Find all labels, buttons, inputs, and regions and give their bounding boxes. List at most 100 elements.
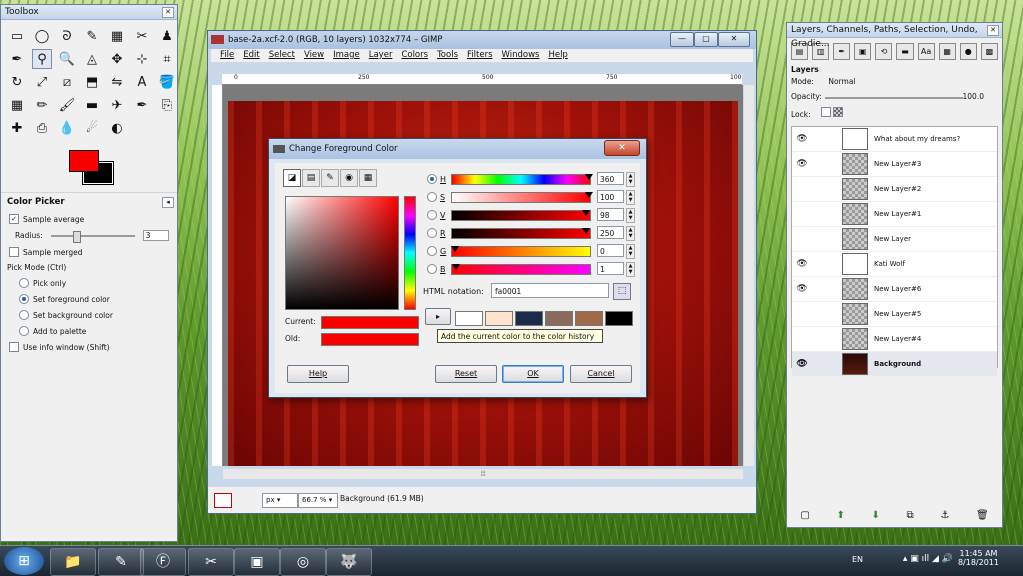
start-button[interactable]: ⊞ bbox=[4, 547, 44, 575]
scissors-icon[interactable]: ✂ bbox=[132, 26, 152, 46]
eraser-icon[interactable]: ▬ bbox=[82, 95, 102, 115]
radio-selected-icon[interactable] bbox=[19, 294, 29, 304]
spin-arrows-icon[interactable]: ▲ ▼ bbox=[626, 208, 635, 223]
heal-icon[interactable]: ✚ bbox=[7, 118, 27, 138]
eye-icon[interactable]: 👁 bbox=[792, 159, 812, 169]
zoom-select[interactable]: 66.7 % ▾ bbox=[298, 493, 338, 508]
opacity-slider[interactable] bbox=[825, 97, 963, 99]
channel-s-radio[interactable]: S bbox=[427, 190, 454, 204]
gradient-tab-icon[interactable]: ▬ bbox=[896, 43, 914, 60]
history-swatch[interactable] bbox=[605, 311, 633, 326]
move-icon[interactable]: ✥ bbox=[107, 49, 127, 69]
undo-tab-icon[interactable]: ⟲ bbox=[875, 43, 893, 60]
blur-icon[interactable]: 💧 bbox=[57, 118, 77, 138]
menu-select[interactable]: Select bbox=[269, 49, 295, 62]
watercolor-selector-icon[interactable]: ✎ bbox=[321, 169, 339, 187]
color-picker-icon[interactable]: ⚲ bbox=[32, 49, 52, 69]
new-layer-icon[interactable]: ▢ bbox=[800, 510, 809, 521]
radio-icon[interactable] bbox=[19, 278, 29, 288]
slider-marker-icon[interactable] bbox=[585, 174, 593, 180]
channel-r-slider[interactable] bbox=[451, 228, 591, 239]
layer-row[interactable]: 👁 New Layer#6 bbox=[792, 277, 997, 302]
menu-edit[interactable]: Edit bbox=[243, 49, 259, 62]
menu-layer[interactable]: Layer bbox=[369, 49, 393, 62]
radius-slider[interactable] bbox=[50, 230, 135, 243]
patterns-tab-icon[interactable]: ▦ bbox=[938, 43, 956, 60]
spin-arrows-icon[interactable]: ▲ ▼ bbox=[626, 190, 635, 205]
history-swatch[interactable] bbox=[575, 311, 603, 326]
explorer-taskbar-icon[interactable]: 📁 bbox=[50, 548, 96, 576]
lock-alpha-icon[interactable] bbox=[833, 107, 844, 117]
perspective-clone-icon[interactable]: ⎙ bbox=[32, 118, 52, 138]
layer-row[interactable]: New Layer#4 bbox=[792, 327, 997, 352]
tool-taskbar-icon[interactable]: ✂ bbox=[188, 548, 234, 576]
blend-icon[interactable]: ▦ bbox=[7, 95, 27, 115]
duplicate-layer-icon[interactable]: ⧉ bbox=[907, 510, 914, 521]
wheel-selector-icon[interactable]: ◉ bbox=[340, 169, 358, 187]
channel-g-input[interactable]: 0 bbox=[597, 244, 624, 257]
crop-icon[interactable]: ⌗ bbox=[157, 49, 177, 69]
ink-icon[interactable]: ✒ bbox=[132, 95, 152, 115]
dialog-close-button[interactable]: ✕ bbox=[604, 140, 640, 156]
cancel-button[interactable]: Cancel bbox=[570, 365, 632, 383]
channel-b-radio[interactable]: B bbox=[427, 262, 454, 276]
chrome-taskbar-icon[interactable]: ◎ bbox=[280, 548, 326, 576]
lower-layer-icon[interactable]: ⬇ bbox=[871, 510, 879, 521]
options-menu-icon[interactable]: ◂ bbox=[162, 197, 174, 208]
brushes-tab-icon[interactable]: ● bbox=[959, 43, 977, 60]
menu-file[interactable]: File bbox=[220, 49, 234, 62]
raise-layer-icon[interactable]: ⬆ bbox=[836, 510, 844, 521]
menu-help[interactable]: Help bbox=[548, 49, 567, 62]
close-icon[interactable]: ✕ bbox=[162, 7, 174, 18]
layer-row[interactable]: 👁 What about my dreams? bbox=[792, 127, 997, 152]
close-button[interactable]: ✕ bbox=[718, 32, 750, 47]
scale-icon[interactable]: ⤢ bbox=[32, 72, 52, 92]
notepad-taskbar-icon[interactable]: ✎ bbox=[98, 548, 144, 576]
text-icon[interactable]: A bbox=[132, 72, 152, 92]
channel-b-input[interactable]: 1 bbox=[597, 262, 624, 275]
radio-icon[interactable] bbox=[427, 228, 437, 238]
eye-icon[interactable]: 👁 bbox=[792, 359, 812, 369]
spin-arrows-icon[interactable]: ▲ ▼ bbox=[626, 244, 635, 259]
radio-icon[interactable] bbox=[19, 310, 29, 320]
channel-g-slider[interactable] bbox=[451, 246, 591, 257]
radio-icon[interactable] bbox=[427, 246, 437, 256]
slider-marker-icon[interactable] bbox=[582, 228, 591, 234]
spin-arrows-icon[interactable]: ▲ ▼ bbox=[626, 226, 635, 241]
channel-r-input[interactable]: 250 bbox=[597, 226, 624, 239]
channel-h-slider[interactable] bbox=[451, 174, 591, 185]
radio-icon[interactable] bbox=[427, 174, 437, 184]
channel-r-radio[interactable]: R bbox=[427, 226, 454, 240]
maximize-button[interactable]: ▢ bbox=[694, 32, 718, 47]
menu-tools[interactable]: Tools bbox=[437, 49, 458, 62]
menu-colors[interactable]: Colors bbox=[401, 49, 428, 62]
flip-icon[interactable]: ⇋ bbox=[107, 72, 127, 92]
layer-row[interactable]: New Layer bbox=[792, 227, 997, 252]
layer-row[interactable]: New Layer#2 bbox=[792, 177, 997, 202]
eye-icon[interactable]: 👁 bbox=[792, 284, 812, 294]
rotate-icon[interactable]: ↻ bbox=[7, 72, 27, 92]
checkbox-icon[interactable] bbox=[9, 247, 19, 257]
perspective-icon[interactable]: ⬒ bbox=[82, 72, 102, 92]
palette-selector-icon[interactable]: ▦ bbox=[359, 169, 377, 187]
channel-v-radio[interactable]: V bbox=[427, 208, 454, 222]
sample-average-option[interactable]: ✓ Sample average bbox=[1, 211, 177, 227]
radio-icon[interactable] bbox=[19, 326, 29, 336]
pick-only-option[interactable]: Pick only bbox=[1, 275, 177, 291]
fv-taskbar-icon[interactable]: Ⓕ bbox=[140, 548, 186, 576]
html-notation-input[interactable]: fa0001 bbox=[491, 283, 609, 298]
lock-pixels-checkbox[interactable] bbox=[821, 107, 832, 117]
close-icon[interactable]: ✕ bbox=[987, 25, 999, 36]
radio-icon[interactable] bbox=[427, 192, 437, 202]
language-indicator[interactable]: EN bbox=[852, 555, 863, 564]
set-fg-option[interactable]: Set foreground color bbox=[1, 291, 177, 307]
help-button[interactable]: Help bbox=[287, 365, 349, 383]
rect-select-icon[interactable]: ▭ bbox=[7, 26, 27, 46]
shear-icon[interactable]: ⧄ bbox=[57, 72, 77, 92]
airbrush-icon[interactable]: ✈ bbox=[107, 95, 127, 115]
use-info-option[interactable]: Use info window (Shift) bbox=[1, 339, 177, 355]
bucket-fill-icon[interactable]: 🪣 bbox=[157, 72, 177, 92]
paths-tab-icon[interactable]: ✒ bbox=[833, 43, 851, 60]
radio-icon[interactable] bbox=[427, 210, 437, 220]
history-swatch[interactable] bbox=[545, 311, 573, 326]
